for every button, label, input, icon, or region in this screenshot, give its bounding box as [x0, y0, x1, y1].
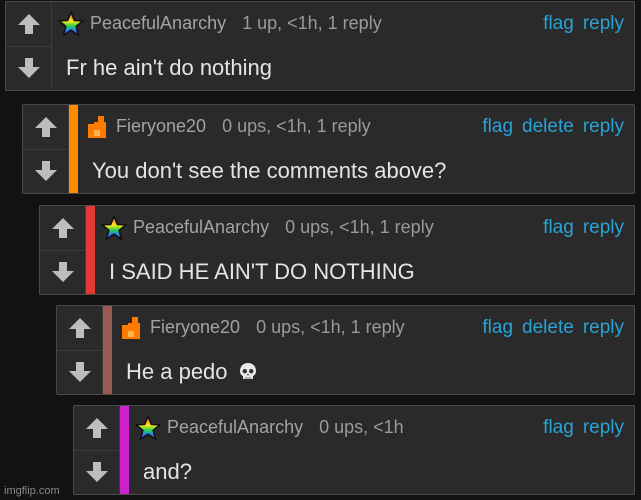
avatar[interactable]: [84, 114, 110, 140]
comment-meta: Fieryone20 0 ups, <1h, 1 reply flag dele…: [112, 306, 634, 349]
downvote-button[interactable]: [74, 451, 119, 495]
pixel-flame-icon: [84, 114, 110, 140]
comment-body: I SAID HE AIN'T DO NOTHING: [95, 249, 634, 294]
downvote-button[interactable]: [6, 47, 51, 91]
reply-link[interactable]: reply: [583, 317, 624, 339]
downvote-button[interactable]: [23, 150, 68, 194]
thread-level-indicator: [120, 406, 129, 494]
upvote-button[interactable]: [74, 406, 119, 451]
delete-link[interactable]: delete: [522, 116, 574, 138]
comment-stats: 0 ups, <1h, 1 reply: [285, 217, 434, 237]
comment-card: PeacefulAnarchy 1 up, <1h, 1 reply flag …: [5, 1, 635, 91]
comment-body: You don't see the comments above?: [78, 148, 634, 193]
comment-content: PeacefulAnarchy 1 up, <1h, 1 reply flag …: [52, 2, 634, 90]
vote-column: [23, 105, 69, 193]
comment-meta: PeacefulAnarchy 1 up, <1h, 1 reply flag …: [52, 2, 634, 45]
comment-stats: 0 ups, <1h: [319, 417, 404, 437]
rainbow-star-icon: [135, 415, 161, 441]
flag-link[interactable]: flag: [543, 417, 574, 439]
comment-body: and?: [129, 449, 634, 494]
username-link[interactable]: Fieryone20: [116, 116, 206, 137]
flag-link[interactable]: flag: [543, 217, 574, 239]
downvote-button[interactable]: [57, 351, 102, 395]
arrow-down-icon: [68, 360, 92, 384]
skull-emoji-icon: [238, 362, 258, 382]
comment-content: PeacefulAnarchy 0 ups, <1h, 1 reply flag…: [95, 206, 634, 294]
upvote-button[interactable]: [57, 306, 102, 351]
arrow-down-icon: [34, 159, 58, 183]
flag-link[interactable]: flag: [543, 13, 574, 35]
upvote-button[interactable]: [6, 2, 51, 47]
comment-body: Fr he ain't do nothing: [52, 45, 634, 90]
watermark: imgflip.com: [4, 485, 60, 497]
comment-card: PeacefulAnarchy 0 ups, <1h flag reply an…: [73, 405, 635, 495]
vote-column: [40, 206, 86, 294]
username-link[interactable]: PeacefulAnarchy: [90, 13, 226, 34]
comment-content: Fieryone20 0 ups, <1h, 1 reply flag dele…: [112, 306, 634, 394]
rainbow-star-icon: [101, 215, 127, 241]
arrow-down-icon: [17, 56, 41, 80]
comment-content: PeacefulAnarchy 0 ups, <1h flag reply an…: [129, 406, 634, 494]
arrow-down-icon: [85, 460, 109, 484]
comment-text: You don't see the comments above?: [92, 157, 447, 183]
vote-column: [6, 2, 52, 90]
avatar[interactable]: [135, 415, 161, 441]
pixel-flame-icon: [118, 315, 144, 341]
vote-column: [57, 306, 103, 394]
comment-meta: PeacefulAnarchy 0 ups, <1h flag reply: [129, 406, 634, 449]
reply-link[interactable]: reply: [583, 13, 624, 35]
comment-meta: Fieryone20 0 ups, <1h, 1 reply flag dele…: [78, 105, 634, 148]
username-link[interactable]: PeacefulAnarchy: [167, 417, 303, 438]
vote-column: [74, 406, 120, 494]
arrow-up-icon: [68, 316, 92, 340]
arrow-up-icon: [17, 12, 41, 36]
rainbow-star-icon: [58, 11, 84, 37]
avatar[interactable]: [101, 215, 127, 241]
comment-text: He a pedo: [126, 358, 228, 384]
username-link[interactable]: Fieryone20: [150, 317, 240, 338]
comment-text: and?: [143, 458, 192, 484]
delete-link[interactable]: delete: [522, 317, 574, 339]
comment-card: Fieryone20 0 ups, <1h, 1 reply flag dele…: [22, 104, 635, 194]
flag-link[interactable]: flag: [482, 116, 513, 138]
comment-body: He a pedo: [112, 349, 634, 394]
comment-stats: 0 ups, <1h, 1 reply: [256, 317, 405, 337]
thread-level-indicator: [69, 105, 78, 193]
reply-link[interactable]: reply: [583, 417, 624, 439]
thread-level-indicator: [86, 206, 95, 294]
upvote-button[interactable]: [23, 105, 68, 150]
thread-level-indicator: [103, 306, 112, 394]
comment-stats: 1 up, <1h, 1 reply: [242, 13, 382, 33]
arrow-up-icon: [85, 416, 109, 440]
upvote-button[interactable]: [40, 206, 85, 251]
comment-card: PeacefulAnarchy 0 ups, <1h, 1 reply flag…: [39, 205, 635, 295]
comment-content: Fieryone20 0 ups, <1h, 1 reply flag dele…: [78, 105, 634, 193]
avatar[interactable]: [118, 315, 144, 341]
flag-link[interactable]: flag: [482, 317, 513, 339]
arrow-up-icon: [51, 216, 75, 240]
arrow-up-icon: [34, 115, 58, 139]
downvote-button[interactable]: [40, 251, 85, 295]
reply-link[interactable]: reply: [583, 217, 624, 239]
avatar[interactable]: [58, 11, 84, 37]
reply-link[interactable]: reply: [583, 116, 624, 138]
comment-meta: PeacefulAnarchy 0 ups, <1h, 1 reply flag…: [95, 206, 634, 249]
comment-stats: 0 ups, <1h, 1 reply: [222, 116, 371, 136]
username-link[interactable]: PeacefulAnarchy: [133, 217, 269, 238]
comment-text: Fr he ain't do nothing: [66, 54, 273, 80]
comment-text: I SAID HE AIN'T DO NOTHING: [109, 258, 415, 284]
comment-card: Fieryone20 0 ups, <1h, 1 reply flag dele…: [56, 305, 635, 395]
arrow-down-icon: [51, 260, 75, 284]
